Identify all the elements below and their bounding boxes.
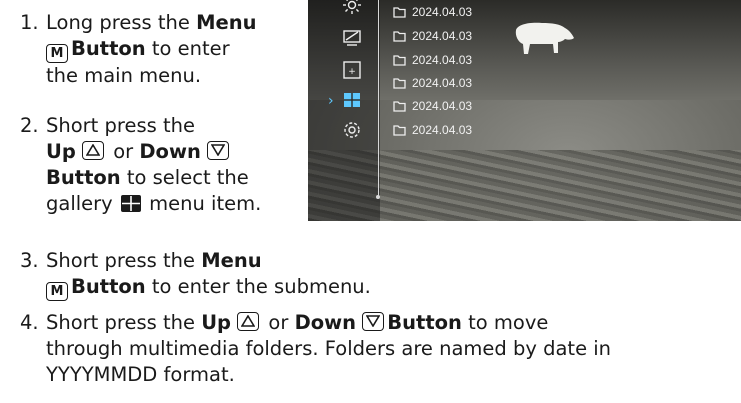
button-label: Button [71, 275, 146, 298]
step-text: Short press the [46, 249, 202, 272]
down-label: Down [139, 140, 201, 163]
step-text: Short press the [46, 114, 196, 137]
step-text: Short press the [46, 311, 202, 334]
down-label: Down [294, 311, 357, 334]
step-number: 3. [20, 249, 39, 272]
menu-key-icon: M [46, 44, 68, 63]
step-text: through multimedia folders. Folders are … [46, 337, 612, 360]
up-key-icon [82, 141, 104, 160]
folder-icon [393, 6, 406, 18]
display-icon [343, 29, 361, 47]
step-number: 2. [20, 114, 39, 137]
button-label: Button [387, 311, 462, 334]
step-text: gallery [46, 192, 119, 215]
menu-key-icon: M [46, 282, 68, 301]
folder-item[interactable]: 2024.04.03 [393, 52, 472, 68]
menu-label: Menu [196, 11, 257, 34]
folder-icon [393, 100, 406, 112]
step-number: 1. [20, 11, 39, 34]
folder-item[interactable]: 2024.04.03 [393, 122, 472, 138]
button-label: Button [71, 37, 146, 60]
folder-icon [393, 77, 406, 89]
thermal-animal [515, 22, 574, 54]
step-text: or [262, 311, 295, 334]
scroll-indicator [376, 195, 380, 199]
folder-item[interactable]: 2024.04.03 [393, 4, 472, 20]
step-text: to enter [145, 37, 230, 60]
step-number: 4. [20, 311, 39, 334]
folder-item[interactable]: 2024.04.03 [393, 98, 472, 114]
step-text: the main menu. [46, 64, 202, 87]
folder-item[interactable]: 2024.04.03 [393, 28, 472, 44]
folder-item[interactable]: 2024.04.03 [393, 75, 472, 91]
step-text: Long press the [46, 11, 197, 34]
svg-text:+: + [348, 67, 356, 77]
step-text: to select the [120, 166, 249, 189]
down-key-icon [362, 312, 385, 331]
folder-icon [393, 124, 406, 136]
gallery-menu-icon [343, 91, 361, 109]
down-key-icon [207, 141, 230, 160]
settings-icon [343, 121, 361, 139]
folder-icon [393, 54, 406, 66]
gallery-icon [120, 193, 141, 219]
menu-divider [378, 0, 379, 198]
menu-label: Menu [201, 249, 262, 272]
up-key-icon [237, 312, 260, 331]
button-label: Button [46, 166, 121, 189]
step-text: or [107, 140, 140, 163]
selection-caret-icon: › [328, 93, 334, 109]
device-screen: + › 2024.04.03 2024.04.03 2024.04.03 202… [308, 0, 741, 221]
zoom-icon: + [343, 61, 361, 79]
step-text: YYYYMMDD format. [46, 363, 235, 386]
step-text: menu item. [142, 192, 262, 215]
up-label: Up [46, 140, 76, 163]
step-text: to move [461, 311, 549, 334]
thermal-mode-icon [343, 0, 361, 14]
up-label: Up [201, 311, 232, 334]
step-text: to enter the submenu. [145, 275, 371, 298]
folder-icon [393, 30, 406, 42]
